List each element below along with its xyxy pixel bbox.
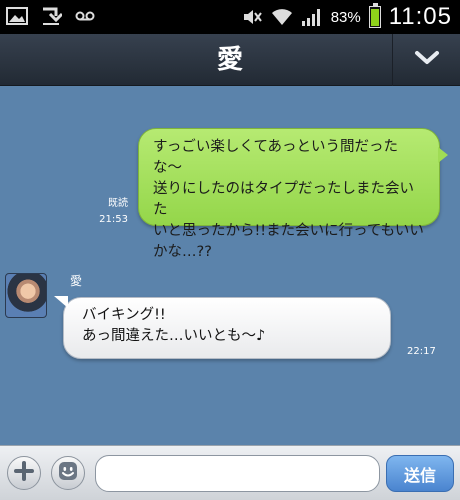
message-line: かな…?? <box>153 244 212 260</box>
message-line: あっ間違えた…いいとも〜♪ <box>82 328 266 344</box>
download-icon <box>40 6 64 26</box>
battery-percent: 83% <box>330 8 361 26</box>
smiley-icon <box>57 460 79 486</box>
status-left-icons <box>6 6 96 26</box>
battery-icon <box>368 3 381 28</box>
sender-name: 愛 <box>70 274 83 288</box>
send-button[interactable]: 送信 <box>386 455 454 492</box>
collapse-button[interactable] <box>392 34 460 86</box>
message-time: 22:17 <box>407 346 436 357</box>
their-message-bubble[interactable]: バイキング!! あっ間違えた…いいとも〜♪ <box>54 296 391 359</box>
status-right-icons: 83% 11:05 <box>241 0 452 34</box>
my-message-meta: 既読 21:53 <box>99 196 128 228</box>
voicemail-icon <box>74 6 96 26</box>
input-bar: 送信 <box>0 445 460 500</box>
message-line: いと思ったから!!また会いに行ってもいい <box>153 223 424 239</box>
message-line: 送りにしたのはタイプだったしまた会いた <box>153 181 414 218</box>
chevron-down-icon <box>414 50 440 70</box>
clock: 11:05 <box>388 3 452 30</box>
sticker-button[interactable] <box>51 456 85 490</box>
chat-title: 愛 <box>216 45 243 75</box>
status-bar: 83% 11:05 <box>0 0 460 34</box>
add-button[interactable] <box>7 456 41 490</box>
message-input[interactable] <box>95 455 380 492</box>
plus-icon <box>14 461 34 485</box>
mute-icon <box>241 7 263 27</box>
signal-icon <box>301 7 323 27</box>
message-line: すっごい楽しくてあっという間だったな〜 <box>153 139 399 176</box>
avatar[interactable] <box>5 273 47 318</box>
message-line: バイキング!! <box>82 307 166 323</box>
my-message-bubble[interactable]: すっごい楽しくてあっという間だったな〜 送りにしたのはタイプだったしまた会いた … <box>138 128 448 260</box>
chat-area[interactable]: 既読 21:53 すっごい楽しくてあっという間だったな〜 送りにしたのはタイプだ… <box>0 87 460 445</box>
read-receipt: 既読 <box>108 198 128 209</box>
chat-header: 愛 <box>0 34 460 86</box>
image-icon <box>6 6 28 26</box>
wifi-icon <box>271 7 293 27</box>
message-time: 21:53 <box>99 214 128 225</box>
